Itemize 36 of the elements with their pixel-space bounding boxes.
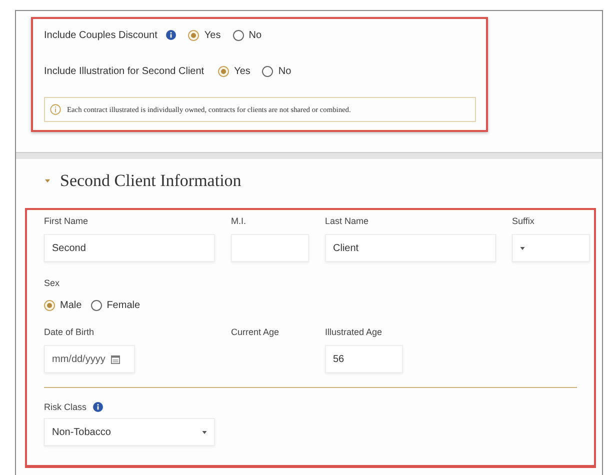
section-title: Second Client Information bbox=[60, 171, 242, 191]
info-icon[interactable] bbox=[92, 402, 103, 412]
risk-class-select[interactable]: Non-Tobacco bbox=[44, 418, 215, 446]
radio-label: No bbox=[278, 66, 292, 76]
info-icon bbox=[50, 104, 61, 115]
field-label: First Name bbox=[44, 216, 88, 226]
field-label: Sex bbox=[44, 278, 61, 288]
calendar-icon[interactable] bbox=[111, 354, 120, 364]
radio-button[interactable] bbox=[232, 30, 244, 40]
radio-label: Female bbox=[106, 300, 140, 311]
radio-button[interactable] bbox=[262, 66, 274, 76]
caret-icon[interactable] bbox=[45, 179, 50, 183]
date-field[interactable]: mm/dd/yyyy bbox=[44, 345, 135, 373]
caret-icon bbox=[520, 246, 525, 250]
radio-button[interactable] bbox=[90, 300, 102, 311]
input-field[interactable]: Client bbox=[325, 234, 496, 262]
input-field[interactable]: Second bbox=[44, 234, 215, 262]
radio-label: Yes bbox=[204, 30, 221, 40]
question-label: Include Illustration for Second Client bbox=[44, 66, 204, 76]
info-icon[interactable] bbox=[166, 30, 176, 40]
field-label: Suffix bbox=[512, 216, 534, 226]
field-label: Current Age bbox=[231, 327, 280, 337]
radio-label: No bbox=[248, 30, 262, 40]
caret-icon bbox=[202, 430, 207, 434]
radio-label: Yes bbox=[234, 66, 250, 76]
field-label: Last Name bbox=[325, 216, 369, 226]
question-label: Include Couples Discount bbox=[44, 30, 158, 40]
radio-button[interactable] bbox=[44, 300, 55, 311]
radio-button[interactable] bbox=[218, 66, 230, 76]
field-label: Risk Class bbox=[44, 402, 87, 412]
radio-button[interactable] bbox=[188, 30, 200, 40]
input-field[interactable]: 56 bbox=[325, 345, 403, 373]
field-label: Illustrated Age bbox=[325, 327, 382, 337]
field-label: M.I. bbox=[231, 216, 246, 226]
field-label: Date of Birth bbox=[44, 327, 94, 337]
radio-label: Male bbox=[60, 300, 82, 311]
